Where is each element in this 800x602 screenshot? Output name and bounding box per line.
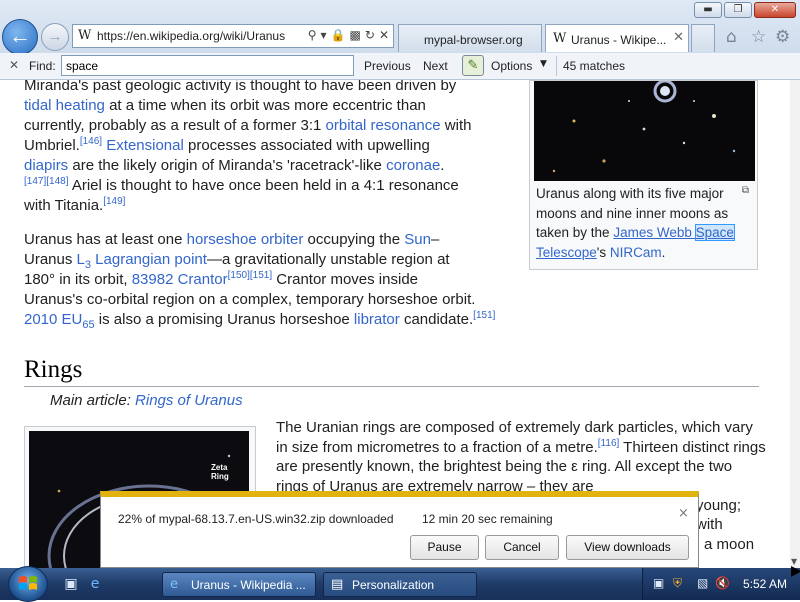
link-83982-crantor[interactable]: 83982 Crantor bbox=[132, 271, 228, 288]
window-controls: ▬ ❐ ✕ bbox=[694, 2, 796, 18]
find-next-button[interactable]: Next bbox=[423, 59, 448, 73]
find-previous-button[interactable]: Previous bbox=[364, 59, 411, 73]
link-diapirs[interactable]: diapirs bbox=[24, 157, 68, 174]
clock[interactable]: 5:52 AM bbox=[743, 577, 787, 591]
tab-close-icon[interactable]: ✕ bbox=[673, 30, 684, 45]
vertical-scrollbar[interactable]: ▼ bbox=[790, 80, 800, 568]
paragraph-rings: The Uranian rings are composed of extrem… bbox=[276, 419, 766, 553]
close-download-icon[interactable]: × bbox=[678, 506, 689, 521]
control-panel-icon: ▤ bbox=[331, 577, 344, 592]
paragraph-horseshoe: Uranus has at least one horseshoe orbite… bbox=[24, 231, 496, 331]
search-icon[interactable]: ⚲ bbox=[308, 28, 317, 42]
cancel-button[interactable]: Cancel bbox=[485, 535, 559, 560]
refresh-icon[interactable]: ↻ bbox=[365, 28, 375, 42]
section-heading-rings: Rings bbox=[24, 356, 83, 383]
compatibility-icon[interactable]: ▩ bbox=[350, 28, 361, 42]
paragraph-miranda: Miranda's past geologic activity is thou… bbox=[24, 80, 472, 214]
new-tab-button[interactable] bbox=[691, 24, 715, 52]
security-shield-icon[interactable]: ⛨ bbox=[673, 576, 682, 591]
find-match-highlight[interactable]: Space bbox=[694, 224, 735, 241]
link-sun[interactable]: Sun bbox=[404, 231, 431, 248]
windows-logo-icon bbox=[19, 576, 37, 590]
link-orbital-resonance[interactable]: orbital resonance bbox=[326, 117, 441, 134]
browser-toolbar: ▬ ❐ ✕ ← → W https://en.wikipedia.org/wik… bbox=[0, 0, 800, 55]
pause-button[interactable]: Pause bbox=[410, 535, 479, 560]
arrow-left-icon: ← bbox=[9, 23, 31, 48]
system-tray: ▣ ⛨ ▧ 🔇 5:52 AM bbox=[642, 568, 800, 600]
home-icon[interactable]: ⌂ bbox=[726, 27, 737, 47]
network-icon[interactable]: ▧ bbox=[697, 576, 708, 590]
address-bar[interactable]: W https://en.wikipedia.org/wiki/Uranus ⚲… bbox=[72, 24, 394, 48]
view-downloads-button[interactable]: View downloads bbox=[566, 535, 689, 560]
ie-icon: e bbox=[170, 577, 178, 592]
citation-149[interactable]: [149] bbox=[103, 196, 125, 207]
dropdown-arrow-icon[interactable]: ▾ bbox=[321, 28, 327, 42]
link-extensional[interactable]: Extensional bbox=[106, 137, 184, 154]
find-input[interactable] bbox=[61, 55, 354, 76]
link-horseshoe-orbiter[interactable]: horseshoe orbiter bbox=[187, 231, 304, 248]
link-librator[interactable]: librator bbox=[354, 311, 400, 328]
settings-gear-icon[interactable]: ⚙ bbox=[775, 27, 790, 47]
close-find-icon[interactable]: ✕ bbox=[9, 58, 19, 72]
volume-muted-icon[interactable]: 🔇 bbox=[715, 576, 730, 590]
forward-button[interactable]: → bbox=[41, 23, 69, 51]
find-label: Find: bbox=[29, 59, 56, 73]
url-text[interactable]: https://en.wikipedia.org/wiki/Uranus bbox=[97, 29, 297, 43]
zeta-ring-label: Zeta Ring bbox=[211, 463, 229, 481]
taskbar-item-wikipedia[interactable]: e Uranus - Wikipedia ... bbox=[162, 572, 316, 597]
internet-explorer-icon[interactable]: e bbox=[86, 576, 104, 592]
close-window-button[interactable]: ✕ bbox=[754, 2, 796, 18]
citation-151[interactable]: [151] bbox=[473, 310, 495, 321]
infobox-caption: Uranus along with its five major moons a… bbox=[536, 186, 735, 260]
site-favicon: W bbox=[78, 28, 92, 43]
lock-icon[interactable]: 🔒 bbox=[331, 28, 346, 42]
link-tidal-heating[interactable]: tidal heating bbox=[24, 97, 105, 114]
highlight-all-icon[interactable]: ✎ bbox=[462, 55, 484, 76]
heading-divider bbox=[24, 386, 759, 387]
divider bbox=[556, 56, 557, 76]
restore-button[interactable]: ❐ bbox=[724, 2, 752, 18]
match-count: 45 matches bbox=[563, 59, 626, 73]
taskbar-item-personalization[interactable]: ▤ Personalization bbox=[323, 572, 477, 597]
citation-147-148[interactable]: [147][148] bbox=[24, 176, 68, 187]
arrow-right-icon: → bbox=[47, 28, 63, 45]
link-james-webb[interactable]: James Webb bbox=[613, 225, 695, 240]
link-lagrangian-point[interactable]: L3 Lagrangian point bbox=[77, 251, 207, 271]
uranus-moons-image[interactable] bbox=[534, 81, 755, 181]
download-panel: 22% of mypal-68.13.7.en-US.win32.zip dow… bbox=[100, 491, 699, 568]
favorites-star-icon[interactable]: ☆ bbox=[751, 27, 766, 47]
show-desktop-icon[interactable]: ▣ bbox=[62, 576, 80, 592]
tab-label: mypal-browser.org bbox=[424, 33, 523, 47]
find-bar: ✕ Find: Previous Next ✎ Options ▼ 45 mat… bbox=[0, 53, 800, 80]
link-rings-of-uranus[interactable]: Rings of Uranus bbox=[135, 392, 243, 409]
link-coronae[interactable]: coronae bbox=[386, 157, 440, 174]
tab-uranus-wikipedia[interactable]: W Uranus - Wikipe... ✕ bbox=[545, 24, 689, 52]
citation-150-151[interactable]: [150][151] bbox=[228, 270, 272, 281]
find-options-button[interactable]: Options bbox=[491, 59, 532, 73]
link-nircam[interactable]: NIRCam bbox=[610, 245, 662, 260]
link-telescope[interactable]: Telescope bbox=[536, 245, 597, 260]
download-time-remaining: 12 min 20 sec remaining bbox=[422, 512, 553, 526]
main-article-note: Main article: Rings of Uranus bbox=[50, 392, 243, 409]
tab-label: Uranus - Wikipe... bbox=[571, 33, 667, 47]
download-status: 22% of mypal-68.13.7.en-US.win32.zip dow… bbox=[118, 512, 394, 526]
tab-mypal-browser[interactable]: mypal-browser.org bbox=[398, 24, 542, 52]
minimize-button[interactable]: ▬ bbox=[694, 2, 722, 18]
infobox-image: ⧉ Uranus along with its five major moons… bbox=[529, 80, 758, 270]
back-button[interactable]: ← bbox=[2, 19, 38, 55]
taskbar: ▣ e e Uranus - Wikipedia ... ▤ Personali… bbox=[0, 566, 800, 602]
mouse-cursor-icon: ▶ bbox=[791, 563, 800, 579]
chevron-down-icon[interactable]: ▼ bbox=[540, 59, 547, 69]
stop-icon[interactable]: ✕ bbox=[379, 28, 389, 42]
citation-116[interactable]: [116] bbox=[598, 438, 620, 449]
uranus-jwst-picture bbox=[534, 81, 755, 181]
start-button[interactable] bbox=[8, 566, 48, 602]
link-2010-eu65[interactable]: 2010 EU65 bbox=[24, 311, 95, 331]
action-center-icon[interactable]: ▣ bbox=[653, 576, 664, 590]
wikipedia-favicon-icon: W bbox=[553, 31, 567, 46]
citation-146[interactable]: [146] bbox=[80, 136, 102, 147]
